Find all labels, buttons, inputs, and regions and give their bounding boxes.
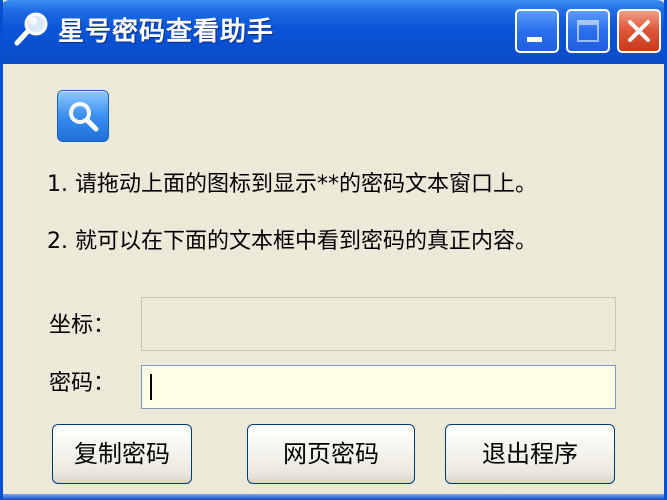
web-password-button[interactable]: 网页密码 xyxy=(247,424,415,484)
maximize-icon xyxy=(577,20,599,42)
text-caret xyxy=(150,374,152,400)
maximize-button[interactable] xyxy=(566,9,610,53)
coordinate-label: 坐标： xyxy=(49,313,116,338)
minimize-button[interactable] xyxy=(515,9,559,53)
password-label: 密码： xyxy=(49,371,116,396)
instruction-step-2: 2. 就可以在下面的文本框中看到密码的真正内容。 xyxy=(47,229,537,254)
magnifier-app-icon xyxy=(12,10,52,50)
password-field[interactable] xyxy=(141,365,616,409)
window-title: 星号密码查看助手 xyxy=(58,17,275,47)
exit-button[interactable]: 退出程序 xyxy=(445,424,615,484)
copy-password-button[interactable]: 复制密码 xyxy=(52,424,192,484)
instruction-step-1: 1. 请拖动上面的图标到显示**的密码文本窗口上。 xyxy=(47,172,537,197)
drag-finder-button[interactable] xyxy=(57,90,109,142)
coordinate-field xyxy=(141,297,616,351)
window-bottom-border xyxy=(3,494,664,500)
close-button[interactable] xyxy=(617,9,661,53)
app-window: 星号密码查看助手 1. 请拖动上面的图标到显示**的密码文本窗口上。 2. 就可… xyxy=(0,0,667,500)
close-icon xyxy=(625,17,653,45)
magnifier-icon xyxy=(69,102,99,132)
minimize-icon xyxy=(527,37,542,42)
title-bar[interactable]: 星号密码查看助手 xyxy=(3,0,664,64)
